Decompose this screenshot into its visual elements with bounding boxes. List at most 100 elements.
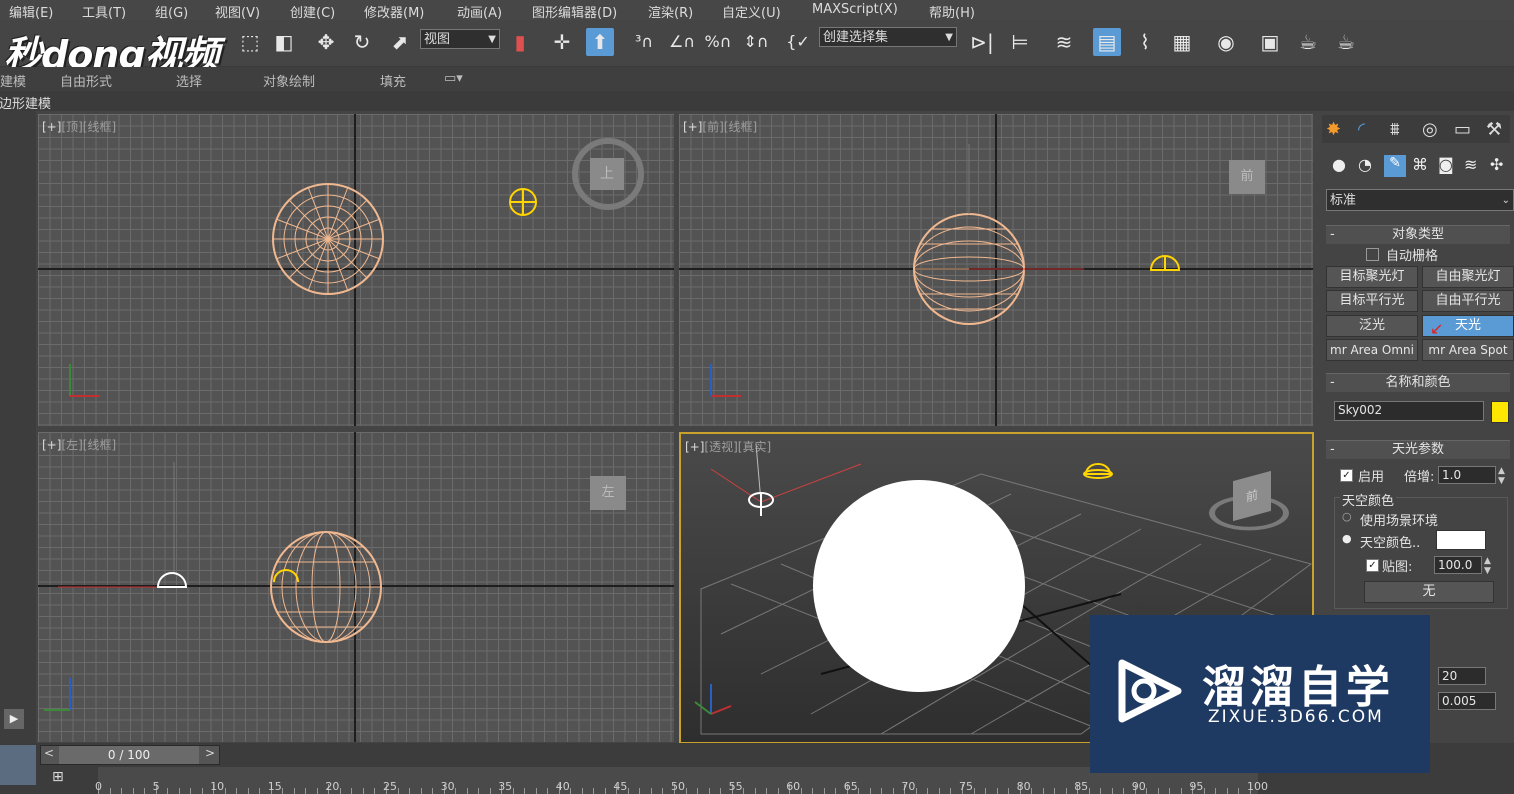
lights-icon[interactable]: ✎ <box>1384 155 1406 177</box>
rollout-name-color[interactable]: - 名称和颜色 <box>1326 373 1510 392</box>
helpers-icon[interactable]: ◙ <box>1438 155 1454 174</box>
object-name-field[interactable]: Sky002 <box>1334 401 1484 421</box>
schematic-icon[interactable]: ▦ <box>1168 28 1196 56</box>
skylight-gizmo-front[interactable] <box>1149 255 1181 271</box>
map-checkbox[interactable]: ✓ <box>1366 559 1379 572</box>
align-icon[interactable]: ⊨ <box>1006 28 1034 56</box>
target-spot-button[interactable]: 目标聚光灯 <box>1326 266 1418 288</box>
menu-create[interactable]: 创建(C) <box>290 2 335 21</box>
viewport-left[interactable]: [+][左][线框] 左 <box>38 432 674 742</box>
menu-customize[interactable]: 自定义(U) <box>722 2 781 21</box>
menu-animation[interactable]: 动画(A) <box>457 2 502 21</box>
viewcube-left[interactable]: 左 <box>590 476 626 510</box>
ribbon-tab-populate[interactable]: 填充 <box>380 71 406 90</box>
expand-arrow-icon[interactable]: ▶ <box>4 709 24 729</box>
mr-area-omni-button[interactable]: mr Area Omni <box>1326 339 1418 361</box>
render-icon[interactable]: ☕ <box>1332 28 1360 56</box>
object-color-swatch[interactable] <box>1491 401 1509 423</box>
multiplier-field[interactable]: 1.0 <box>1438 466 1496 484</box>
snap-3d-icon[interactable]: ³∩ <box>630 28 658 56</box>
menu-modifiers[interactable]: 修改器(M) <box>364 2 424 21</box>
keyboard-shortcut-icon[interactable]: ⬆ <box>586 28 614 56</box>
rollout-object-type[interactable]: - 对象类型 <box>1326 225 1510 244</box>
scene-explorer-icon[interactable]: ▤ <box>1093 28 1121 56</box>
cameras-icon[interactable]: ⌘ <box>1412 155 1428 174</box>
skylight-gizmo-left[interactable] <box>156 569 299 588</box>
ribbon-options-icon[interactable]: ▭▾ <box>444 71 463 86</box>
rotate-icon[interactable]: ↻ <box>348 28 376 56</box>
viewport-front[interactable]: [+][前][线框] 前 <box>679 114 1313 426</box>
sky-color-radio[interactable]: ● <box>1342 532 1352 545</box>
hierarchy-icon[interactable]: ⩩ <box>1390 119 1400 140</box>
spacewarps-icon[interactable]: ≋ <box>1464 155 1477 174</box>
time-prev-button[interactable]: < <box>44 746 54 760</box>
menu-help[interactable]: 帮助(H) <box>929 2 975 21</box>
motion-icon[interactable]: ◎ <box>1422 119 1438 140</box>
systems-icon[interactable]: ✣ <box>1490 155 1503 174</box>
omni-button[interactable]: 泛光 <box>1326 315 1418 337</box>
category-dropdown[interactable]: 标准 ⌄ <box>1326 189 1514 211</box>
multiplier-spinner-icon[interactable]: ▲ ▼ <box>1498 466 1505 486</box>
sphere-wireframe[interactable] <box>270 531 382 643</box>
create-icon[interactable]: ✸ <box>1326 119 1341 140</box>
time-next-button[interactable]: > <box>205 746 215 760</box>
select-manipulate-icon[interactable]: ✛ <box>548 28 576 56</box>
scale-icon[interactable]: ⬈ <box>386 28 414 56</box>
rollout-skylight-params[interactable]: - 天光参数 <box>1326 440 1510 459</box>
pivot-icon[interactable]: ▮ <box>506 28 534 56</box>
map-amount-field[interactable]: 100.0 <box>1434 556 1482 574</box>
menu-tools[interactable]: 工具(T) <box>82 2 126 21</box>
ribbon-tab-freeform[interactable]: 自由形式 <box>60 71 112 90</box>
track-bar-icon[interactable]: ⊞ <box>52 769 74 789</box>
sky-color-swatch[interactable] <box>1436 530 1486 550</box>
time-frame-label[interactable]: 0 / 100 <box>59 746 199 764</box>
skylight-on-checkbox[interactable]: ✓ <box>1340 469 1353 482</box>
mr-area-spot-button[interactable]: mr Area Spot <box>1422 339 1514 361</box>
map-spinner-icon[interactable]: ▲ ▼ <box>1484 556 1491 576</box>
viewport-layout-icon[interactable] <box>0 745 36 785</box>
free-direct-button[interactable]: 自由平行光 <box>1422 290 1514 312</box>
sphere-shaded[interactable] <box>813 480 1025 692</box>
free-spot-button[interactable]: 自由聚光灯 <box>1422 266 1514 288</box>
named-selection-icon[interactable]: {✓ <box>784 28 812 56</box>
move-icon[interactable]: ✥ <box>312 28 340 56</box>
ray-bias-field[interactable]: 0.005 <box>1438 692 1496 710</box>
shapes-icon[interactable]: ◔ <box>1358 155 1372 174</box>
modify-icon[interactable]: ◜ <box>1358 119 1365 140</box>
geometry-icon[interactable]: ● <box>1332 155 1346 174</box>
ribbon-tab-modeling[interactable]: 建模 <box>0 71 26 90</box>
window-crossing-icon[interactable]: ◧ <box>270 28 298 56</box>
viewport-top[interactable]: [+][顶][线框] 上 <box>38 114 674 426</box>
reference-coord-select[interactable]: 视图 ▼ <box>420 29 500 49</box>
skylight-gizmo-top[interactable] <box>509 188 537 216</box>
rays-per-sample-field[interactable]: 20 <box>1438 667 1486 685</box>
mirror-icon[interactable]: ⊳| <box>968 28 996 56</box>
named-selection-select[interactable]: 创建选择集 ▼ <box>819 27 957 47</box>
menu-graph-editors[interactable]: 图形编辑器(D) <box>532 2 617 21</box>
use-scene-env-radio[interactable]: ○ <box>1342 510 1352 523</box>
spinner-snap-icon[interactable]: ⇕∩ <box>742 28 770 56</box>
track-bar[interactable]: 0 5 10 15 20 25 30 35 40 45 50 55 60 65 70 75 80 85 90 95 10… <box>95 767 1268 794</box>
percent-snap-icon[interactable]: %∩ <box>704 28 732 56</box>
viewcube-top[interactable]: 上 <box>590 158 624 190</box>
display-icon[interactable]: ▭ <box>1454 119 1471 140</box>
time-slider[interactable]: < 0 / 100 > <box>40 745 220 765</box>
angle-snap-icon[interactable]: ∠∩ <box>668 28 696 56</box>
select-region-icon[interactable]: ⬚ <box>236 28 264 56</box>
material-editor-icon[interactable]: ◉ <box>1212 28 1240 56</box>
render-frame-icon[interactable]: ☕ <box>1294 28 1322 56</box>
sphere-wireframe[interactable] <box>272 183 384 295</box>
menu-rendering[interactable]: 渲染(R) <box>648 2 693 21</box>
viewcube-front[interactable]: 前 <box>1229 160 1265 194</box>
menu-views[interactable]: 视图(V) <box>215 2 260 21</box>
menu-edit[interactable]: 编辑(E) <box>9 2 53 21</box>
curve-editor-icon[interactable]: ⌇ <box>1131 28 1159 56</box>
target-direct-button[interactable]: 目标平行光 <box>1326 290 1418 312</box>
menu-maxscript[interactable]: MAXScript(X) <box>812 2 898 17</box>
map-none-button[interactable]: 无 <box>1364 581 1494 603</box>
ribbon-tab-object-paint[interactable]: 对象绘制 <box>263 71 315 90</box>
layers-icon[interactable]: ≋ <box>1050 28 1078 56</box>
menu-group[interactable]: 组(G) <box>155 2 188 21</box>
utilities-icon[interactable]: ⚒ <box>1486 119 1502 140</box>
ribbon-tab-selection[interactable]: 选择 <box>176 71 202 90</box>
